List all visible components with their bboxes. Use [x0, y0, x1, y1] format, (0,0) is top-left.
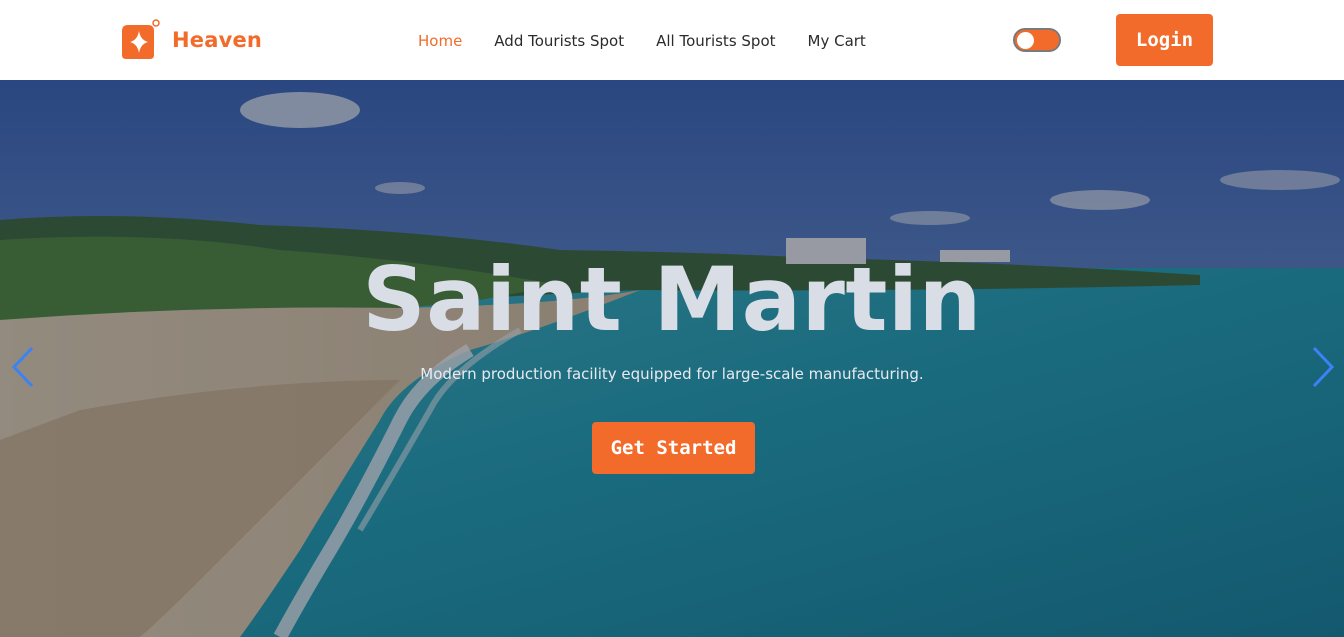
hero-overlay	[0, 80, 1344, 637]
brand-name: Heaven	[172, 28, 263, 52]
nav-link-home[interactable]: Home	[418, 29, 462, 53]
sparkle-star-icon	[122, 19, 160, 59]
theme-toggle[interactable]	[1013, 28, 1061, 52]
login-button[interactable]: Login	[1116, 14, 1213, 66]
nav-link-all-tourists-spot[interactable]: All Tourists Spot	[656, 29, 775, 53]
navbar: Heaven Home Add Tourists Spot All Touris…	[0, 0, 1344, 80]
toggle-knob	[1017, 32, 1034, 49]
get-started-button[interactable]: Get Started	[592, 422, 755, 474]
hero-subtitle: Modern production facility equipped for …	[420, 365, 924, 383]
nav-link-my-cart[interactable]: My Cart	[808, 29, 866, 53]
chevron-right-icon[interactable]	[1308, 344, 1338, 390]
chevron-left-icon[interactable]	[8, 344, 38, 390]
hero-title: Saint Martin	[362, 248, 982, 351]
nav-link-add-tourists-spot[interactable]: Add Tourists Spot	[494, 29, 624, 53]
brand[interactable]: Heaven	[118, 19, 262, 61]
main-nav: Home Add Tourists Spot All Tourists Spot…	[418, 29, 866, 53]
hero-carousel: Saint Martin Modern production facility …	[0, 80, 1344, 637]
